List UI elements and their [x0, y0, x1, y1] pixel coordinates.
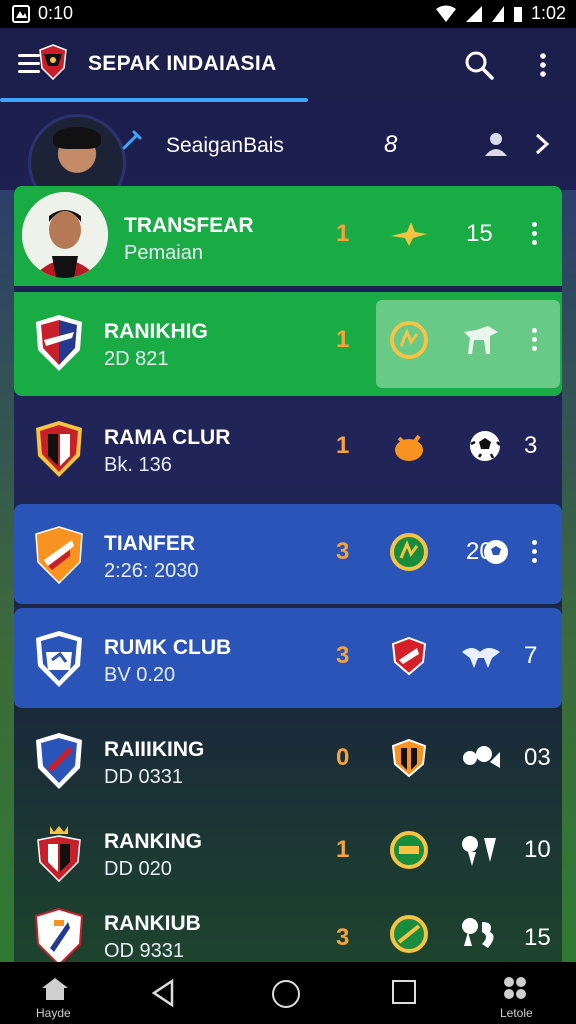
club-badge-icon: [37, 826, 81, 882]
club-badge-icon: [34, 908, 84, 966]
search-icon[interactable]: [464, 50, 494, 80]
row-subtitle: 2:26: 2030: [104, 560, 199, 582]
row-number: 1: [336, 836, 350, 863]
club-badge-icon: [35, 526, 83, 584]
home-icon[interactable]: [40, 976, 70, 1002]
profile-header[interactable]: SeaiganBais 8: [14, 106, 562, 212]
system-nav-bar: Hayde Letole: [0, 962, 576, 1024]
app-bar: SEPAK INDAIASIA: [0, 28, 576, 102]
bird-icon: [391, 222, 427, 246]
row-subtitle: Pemaian: [124, 242, 203, 264]
soccer-ball-icon: [470, 431, 501, 461]
tab-indicator: [0, 98, 308, 102]
row-title: RANKING: [104, 830, 202, 853]
notification-icon: [12, 4, 30, 23]
row-subtitle: BV 0.20: [104, 664, 176, 686]
list-item[interactable]: RAIIIKING DD 0331 0 03: [14, 710, 562, 810]
row-number: 1: [336, 326, 350, 353]
row-value: 15: [466, 220, 493, 247]
crest-icon: [390, 915, 428, 953]
list-item[interactable]: RANKIUB OD 9331 3 15: [14, 894, 562, 966]
list-item[interactable]: RUMK CLUB BV 0.20 3 7: [14, 608, 562, 708]
battery-icon: [513, 6, 522, 22]
edit-icon[interactable]: [120, 128, 144, 152]
stadium-background-right: [562, 190, 576, 964]
row-value: 15: [524, 924, 551, 951]
home-label: Hayde: [36, 1006, 71, 1020]
row-number: 1: [336, 220, 350, 247]
row-subtitle: DD 0331: [104, 766, 183, 788]
club-badge-icon: [36, 631, 82, 687]
row-value: 10: [524, 836, 551, 863]
club-badge-icon: [36, 315, 82, 371]
status-time-left: 0:10: [38, 3, 74, 23]
row-title: RUMK CLUB: [104, 636, 232, 659]
bird-icon: [462, 648, 500, 668]
recents-button[interactable]: [392, 980, 416, 1004]
shield-icon: [391, 738, 427, 778]
row-value: 3: [524, 432, 538, 459]
row-number: 0: [336, 744, 350, 771]
list-item[interactable]: RAMA CLUR Bk. 136 1 3: [14, 398, 562, 498]
home-button[interactable]: [272, 980, 300, 1008]
shield-icon: [391, 636, 427, 676]
animal-icon: [462, 836, 496, 866]
crest-icon: [390, 321, 428, 359]
row-title: RANKIUB: [104, 912, 201, 935]
list-item[interactable]: RANIKHIG 2D 821 1: [14, 292, 562, 396]
row-subtitle: 2D 821: [104, 348, 169, 370]
extra-label: Letole: [500, 1006, 533, 1020]
crest-icon: [390, 831, 428, 869]
animal-icon: [462, 918, 494, 948]
club-logo-icon: [39, 44, 67, 80]
more-vert-icon[interactable]: [530, 540, 538, 564]
status-time-right: 1:02: [530, 3, 566, 23]
signal-icon: [465, 5, 482, 22]
chevron-right-icon[interactable]: [534, 132, 550, 156]
club-badge-icon: [36, 733, 82, 789]
apps-icon[interactable]: [500, 974, 530, 1002]
horse-icon: [464, 326, 498, 354]
club-badge-icon: [36, 421, 82, 477]
bull-icon: [395, 434, 423, 461]
soccer-ball-icon: [484, 540, 508, 564]
stadium-background-left: [0, 190, 14, 964]
battery-alert-icon: [491, 5, 504, 22]
list-item[interactable]: RANKING DD 020 1 10: [14, 802, 562, 902]
more-vert-icon[interactable]: [530, 328, 538, 352]
list-item[interactable]: TRANSFEAR Pemaian 1 15: [14, 186, 562, 286]
profile-name: SeaiganBais: [166, 134, 284, 157]
row-subtitle: Bk. 136: [104, 454, 172, 476]
back-icon[interactable]: [150, 978, 176, 1008]
row-title: TRANSFEAR: [124, 214, 254, 237]
row-value: 7: [524, 642, 538, 669]
list-item[interactable]: TIANFER 2:26: 2030 3 20: [14, 504, 562, 604]
more-vert-icon[interactable]: [530, 222, 538, 246]
profile-count: 8: [384, 131, 398, 158]
row-number: 3: [336, 642, 350, 669]
app-title: SEPAK INDAIASIA: [88, 52, 277, 75]
animal-icon: [463, 746, 500, 768]
row-title: RANIKHIG: [104, 320, 208, 343]
user-icon[interactable]: [482, 130, 510, 158]
row-number: 3: [336, 538, 350, 565]
row-number: 3: [336, 924, 350, 951]
wifi-icon: [435, 5, 456, 22]
row-value: 03: [524, 744, 551, 771]
row-subtitle: DD 020: [104, 858, 172, 880]
row-title: TIANFER: [104, 532, 195, 555]
status-bar: 0:10 1:02: [0, 0, 576, 28]
player-photo: [22, 192, 108, 278]
row-number: 1: [336, 432, 350, 459]
row-title: RAIIIKING: [104, 738, 205, 761]
row-title: RAMA CLUR: [104, 426, 231, 449]
crest-icon: [390, 533, 428, 571]
more-vert-icon[interactable]: [535, 50, 551, 80]
menu-icon[interactable]: [18, 54, 40, 74]
row-subtitle: OD 9331: [104, 940, 185, 962]
